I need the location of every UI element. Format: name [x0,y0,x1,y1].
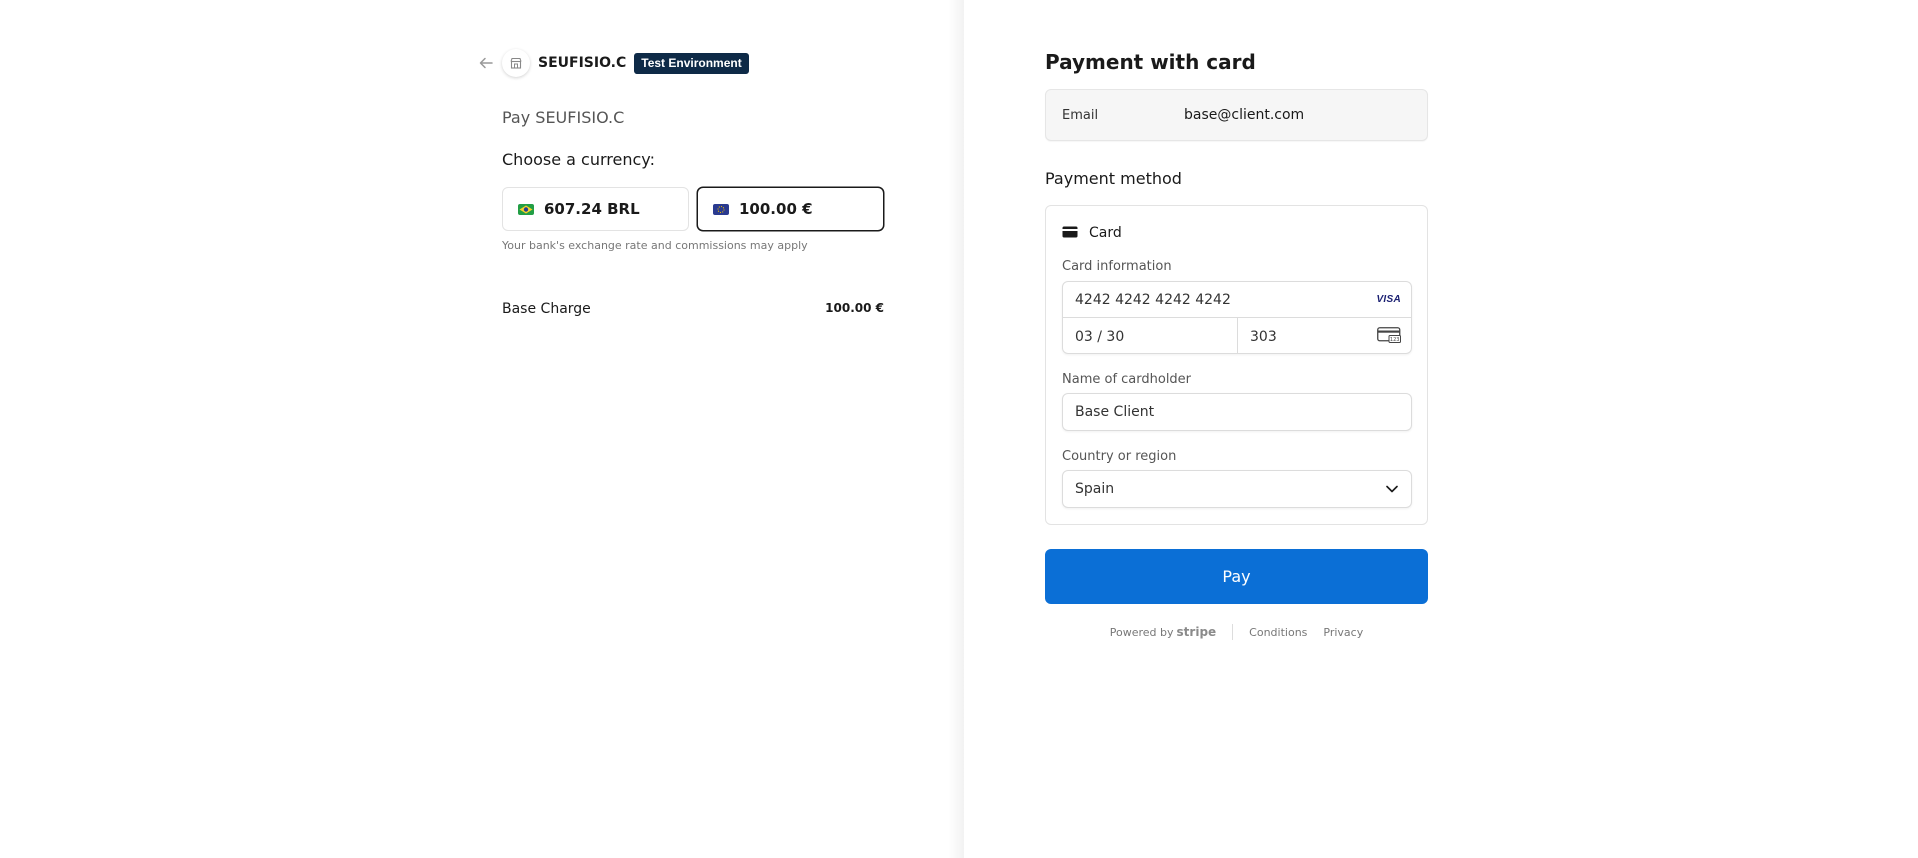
arrow-left-icon[interactable] [478,55,494,71]
svg-text:123: 123 [1390,337,1400,343]
card-number-input[interactable]: 4242 4242 4242 4242 VISA [1063,282,1411,318]
chevron-down-icon [1385,482,1399,496]
cvc-card-icon: 123 [1377,326,1401,347]
email-value: base@client.com [1184,107,1305,123]
currency-option-label: 607.24 BRL [544,200,640,218]
eu-flag-icon [713,203,729,215]
footer-divider [1232,624,1234,640]
expiry-value: 03 / 30 [1075,328,1125,345]
cardholder-input[interactable]: Base Client [1062,393,1412,431]
currency-selector: 607.24 BRL 100.00 € [502,187,884,231]
pay-title: Pay SEUFISIO.C [502,108,625,127]
line-item-name: Base Charge [502,301,591,317]
country-label: Country or region [1062,449,1177,464]
conditions-link[interactable]: Conditions [1249,626,1307,639]
merchant-header: SEUFISIO.C Test Environment [478,49,749,77]
pane-divider-shadow [948,0,964,858]
order-summary-pane: SEUFISIO.C Test Environment Pay SEUFISIO… [0,0,963,858]
line-item-amount: 100.00 € [825,301,884,315]
payment-method-title: Payment method [1045,169,1182,188]
choose-currency-label: Choose a currency: [502,150,655,169]
store-icon [502,49,530,77]
card-tab-label: Card [1089,224,1122,241]
powered-by-stripe[interactable]: Powered by stripe [1110,625,1216,639]
card-tab[interactable]: Card [1062,223,1122,242]
country-select[interactable]: Spain [1062,470,1412,508]
card-icon [1062,223,1078,242]
powered-by-label: Powered by [1109,626,1174,639]
cvc-input[interactable]: 303 123 [1238,318,1411,353]
email-field[interactable]: Email base@client.com [1045,89,1428,141]
line-item: Base Charge 100.00 € [502,301,884,317]
cardholder-value: Base Client [1075,404,1155,420]
card-information-group: 4242 4242 4242 4242 VISA 03 / 30 303 123 [1062,281,1412,354]
test-environment-badge: Test Environment [634,52,749,74]
payment-title: Payment with card [1045,50,1256,74]
email-label: Email [1062,107,1099,123]
country-value: Spain [1075,481,1115,497]
card-information-label: Card information [1062,259,1172,274]
cardholder-label: Name of cardholder [1062,372,1192,387]
currency-option-label: 100.00 € [739,200,813,218]
privacy-link[interactable]: Privacy [1323,626,1363,639]
pay-button[interactable]: Pay [1045,549,1428,604]
brazil-flag-icon [518,203,534,215]
stripe-logo: stripe [1176,625,1217,639]
payment-method-box: Card Card information 4242 4242 4242 424… [1045,205,1428,525]
checkout-page: SEUFISIO.C Test Environment Pay SEUFISIO… [0,0,1918,858]
cvc-value: 303 [1250,328,1277,345]
card-secondary-row: 03 / 30 303 123 [1063,318,1411,353]
card-number-value: 4242 4242 4242 4242 [1075,291,1231,308]
footer: Powered by stripe Conditions Privacy [1045,624,1428,640]
expiry-input[interactable]: 03 / 30 [1063,318,1238,353]
exchange-disclaimer: Your bank's exchange rate and commission… [502,239,808,252]
currency-option-brl[interactable]: 607.24 BRL [502,187,689,231]
currency-option-eur[interactable]: 100.00 € [697,187,884,231]
visa-logo-icon: VISA [1376,294,1401,305]
merchant-name: SEUFISIO.C [538,55,627,71]
